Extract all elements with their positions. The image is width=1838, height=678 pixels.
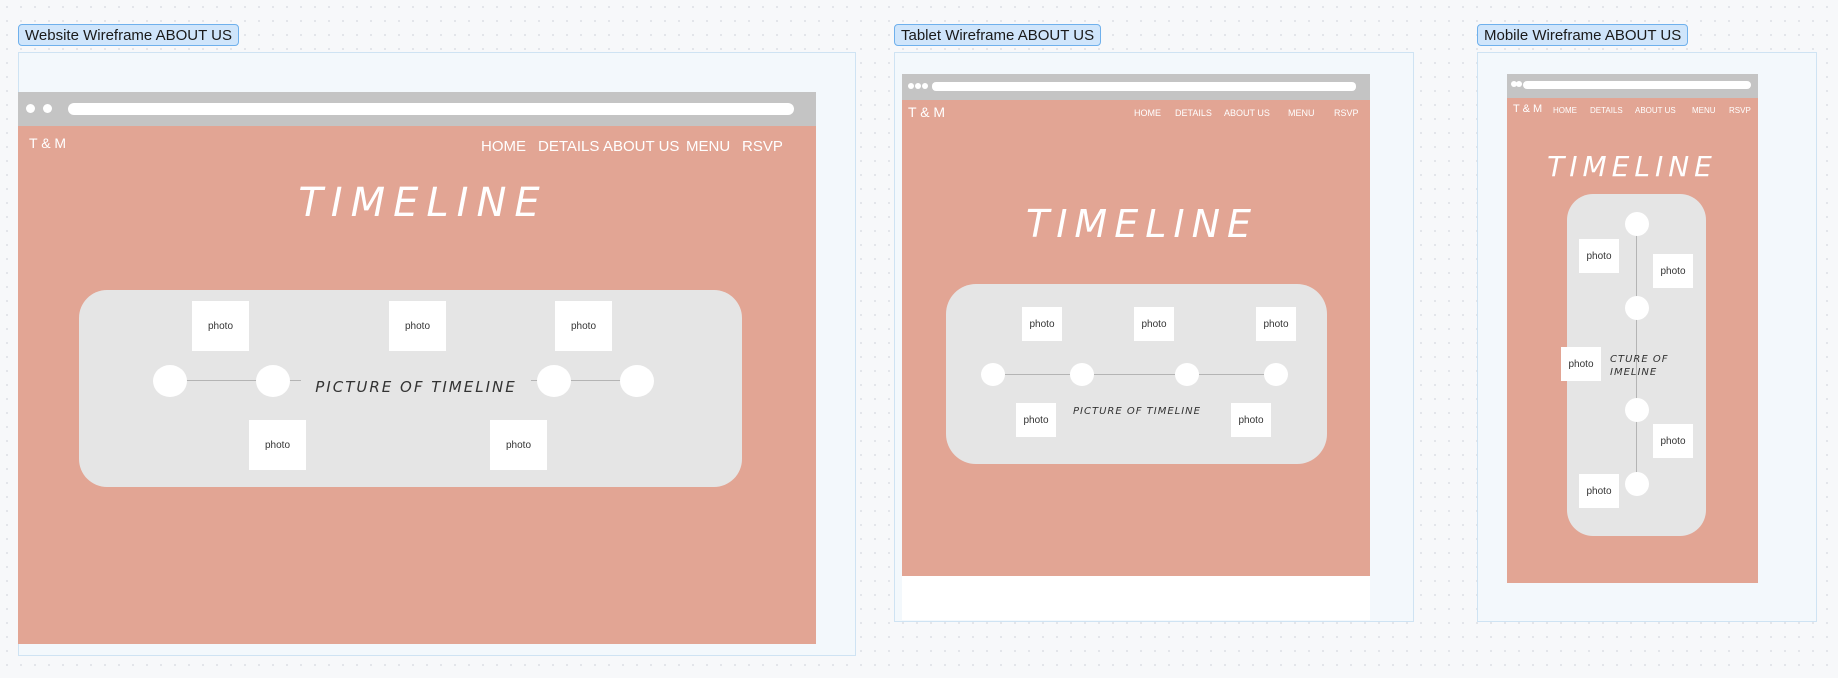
- photo-placeholder: photo: [1256, 307, 1296, 341]
- nav-details[interactable]: DETAILS: [1175, 108, 1212, 118]
- timeline-node: [256, 365, 290, 397]
- photo-placeholder: photo: [389, 301, 446, 351]
- website-wireframe: T & M HOME DETAILS ABOUT US MENU RSVP TI…: [18, 92, 816, 644]
- photo-placeholder: photo: [192, 301, 249, 351]
- timeline-caption-line: IMELINE: [1610, 367, 1658, 378]
- window-dot: [1516, 81, 1522, 87]
- nav-menu[interactable]: MENU: [686, 138, 730, 155]
- browser-chrome: [902, 74, 1370, 100]
- timeline-node: [1175, 363, 1199, 386]
- timeline-panel: PICTURE OF TIMELINE photo photo photo ph…: [946, 284, 1327, 464]
- nav-rsvp[interactable]: RSVP: [1729, 106, 1751, 115]
- timeline-node: [1625, 212, 1649, 236]
- photo-placeholder: photo: [1016, 403, 1056, 437]
- website-frame-label[interactable]: Website Wireframe ABOUT US: [18, 24, 239, 46]
- tablet-wireframe: T & M HOME DETAILS ABOUT US MENU RSVP TI…: [902, 74, 1370, 620]
- timeline-node: [1625, 472, 1649, 496]
- nav-menu[interactable]: MENU: [1288, 108, 1315, 118]
- browser-chrome: [1507, 74, 1758, 98]
- photo-placeholder: photo: [1653, 424, 1693, 458]
- nav-details[interactable]: DETAILS: [1590, 106, 1623, 115]
- mobile-wireframe: T & M HOME DETAILS ABOUT US MENU RSVP TI…: [1507, 74, 1758, 583]
- timeline-caption-line: CTURE OF: [1610, 354, 1669, 365]
- photo-placeholder: photo: [1022, 307, 1062, 341]
- address-bar[interactable]: [932, 82, 1356, 91]
- timeline-heading: TIMELINE: [1025, 202, 1259, 246]
- timeline-node: [537, 365, 571, 397]
- timeline-heading: TIMELINE: [298, 180, 548, 226]
- nav-about-us[interactable]: ABOUT US: [1635, 106, 1676, 115]
- photo-placeholder: photo: [555, 301, 612, 351]
- mobile-frame-label[interactable]: Mobile Wireframe ABOUT US: [1477, 24, 1689, 46]
- timeline-node: [1264, 363, 1288, 386]
- timeline-node: [153, 365, 187, 397]
- nav-about-us[interactable]: ABOUT US: [603, 138, 679, 155]
- photo-placeholder: photo: [490, 420, 547, 470]
- timeline-heading: TIMELINE: [1547, 150, 1717, 183]
- brand-logo[interactable]: T & M: [1513, 103, 1542, 115]
- timeline-panel: PICTURE OF TIMELINE photo photo photo ph…: [79, 290, 742, 487]
- browser-chrome: [18, 92, 816, 126]
- nav-home[interactable]: HOME: [1134, 108, 1161, 118]
- timeline-node: [620, 365, 654, 397]
- page-content: T & M HOME DETAILS ABOUT US MENU RSVP TI…: [902, 100, 1370, 576]
- page-content: T & M HOME DETAILS ABOUT US MENU RSVP TI…: [1507, 98, 1758, 583]
- photo-placeholder: photo: [1231, 403, 1271, 437]
- nav-rsvp[interactable]: RSVP: [1334, 108, 1359, 118]
- timeline-node: [981, 363, 1005, 386]
- nav-rsvp[interactable]: RSVP: [742, 138, 783, 155]
- address-bar[interactable]: [68, 103, 794, 115]
- timeline-caption: PICTURE OF TIMELINE: [301, 378, 531, 396]
- nav-about-us[interactable]: ABOUT US: [1224, 108, 1270, 118]
- timeline-node: [1625, 296, 1649, 320]
- page-content: T & M HOME DETAILS ABOUT US MENU RSVP TI…: [18, 126, 816, 644]
- window-dot: [908, 83, 914, 89]
- nav-details[interactable]: DETAILS: [538, 138, 599, 155]
- window-dot: [922, 83, 928, 89]
- photo-placeholder: photo: [1134, 307, 1174, 341]
- window-dot: [43, 104, 52, 113]
- window-dot: [26, 104, 35, 113]
- photo-placeholder: photo: [1561, 347, 1601, 381]
- address-bar[interactable]: [1523, 81, 1751, 89]
- tablet-frame-label[interactable]: Tablet Wireframe ABOUT US: [894, 24, 1102, 46]
- brand-logo[interactable]: T & M: [29, 135, 66, 151]
- photo-placeholder: photo: [1579, 474, 1619, 508]
- brand-logo[interactable]: T & M: [908, 104, 945, 120]
- nav-home[interactable]: HOME: [481, 138, 526, 155]
- timeline-node: [1625, 398, 1649, 422]
- photo-placeholder: photo: [1653, 254, 1693, 288]
- timeline-node: [1070, 363, 1094, 386]
- window-dot: [915, 83, 921, 89]
- photo-placeholder: photo: [249, 420, 306, 470]
- timeline-panel: CTURE OF IMELINE photo photo photo photo…: [1561, 194, 1706, 536]
- nav-home[interactable]: HOME: [1553, 106, 1577, 115]
- photo-placeholder: photo: [1579, 239, 1619, 273]
- nav-menu[interactable]: MENU: [1692, 106, 1716, 115]
- timeline-line: [994, 374, 1279, 375]
- timeline-caption: PICTURE OF TIMELINE: [1073, 406, 1201, 417]
